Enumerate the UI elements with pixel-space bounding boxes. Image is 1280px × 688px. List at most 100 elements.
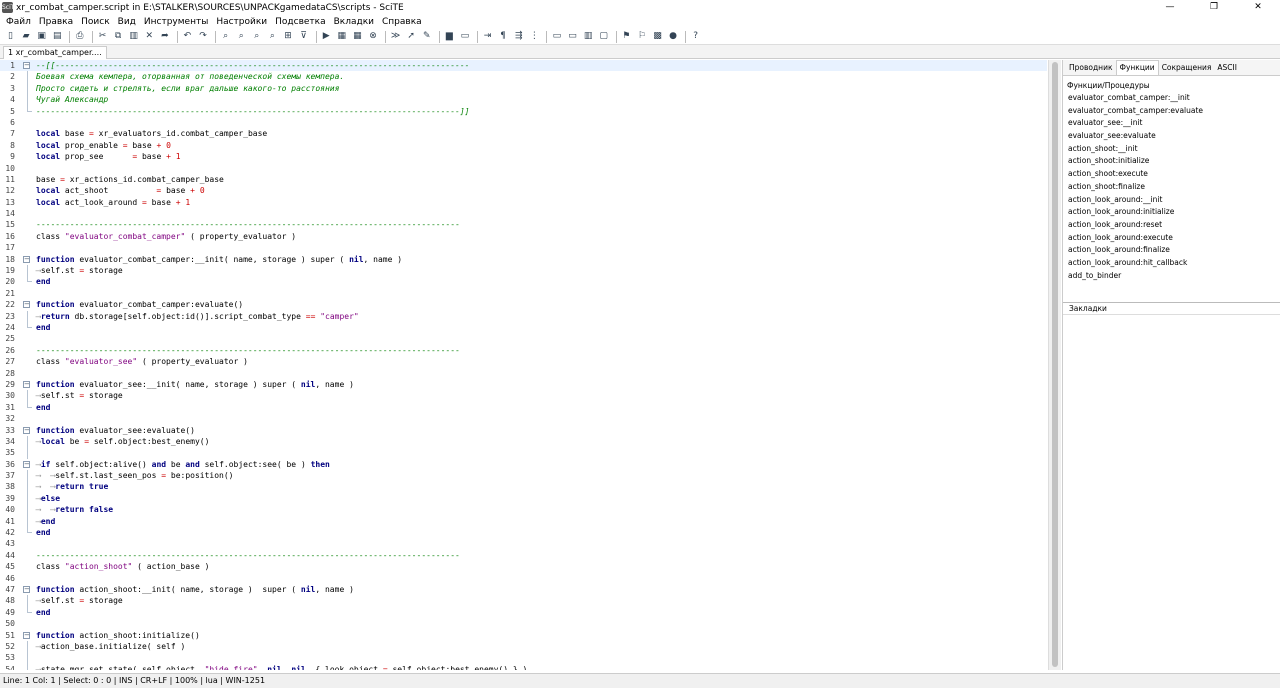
side-tab-1[interactable]: Функции xyxy=(1115,60,1159,75)
code-line[interactable]: 53 xyxy=(0,652,1047,664)
fold-toggle-icon[interactable]: − xyxy=(23,460,30,468)
menu-item-7[interactable]: Вкладки xyxy=(330,15,378,29)
output-icon[interactable]: ▭ xyxy=(458,30,471,43)
new-file-icon[interactable]: ▯ xyxy=(4,30,17,43)
maximize-button[interactable]: ❐ xyxy=(1192,0,1236,15)
next-message-icon[interactable]: ≫ xyxy=(389,30,402,43)
code-line[interactable]: 38 ⟶ ⟶return true xyxy=(0,481,1047,493)
code-line[interactable]: 15 --------------------------------------… xyxy=(0,219,1047,230)
code-line[interactable]: 52 ⟶action_base.initialize( self ) xyxy=(0,640,1047,653)
code-line[interactable]: 11 base = xr_actions_id.combat_camper_bas… xyxy=(0,174,1047,185)
toggle-sidebar-icon[interactable]: ▥ xyxy=(582,30,595,43)
function-list-item[interactable]: evaluator_combat_camper:__init xyxy=(1063,92,1280,105)
copy-icon[interactable]: ⧉ xyxy=(112,30,125,43)
menu-item-0[interactable]: Файл xyxy=(2,15,35,29)
indent-guides-icon[interactable]: ⋮ xyxy=(528,30,541,43)
code-line[interactable]: 39 ⟶else xyxy=(0,492,1047,505)
code-line[interactable]: 32 xyxy=(0,413,1047,424)
code-line[interactable]: 1 − --[[----------------------------------… xyxy=(0,60,1047,72)
code-line[interactable]: 37 ⟶ ⟶self.st.last_seen_pos = be:position… xyxy=(0,470,1047,482)
function-list-item[interactable]: action_shoot:execute xyxy=(1063,168,1280,181)
find-icon[interactable]: ⌕ xyxy=(219,30,232,43)
code-line[interactable]: 6 xyxy=(0,117,1047,128)
replace-icon[interactable]: ⌕ xyxy=(266,30,279,43)
fold-toggle-icon[interactable]: − xyxy=(23,255,30,263)
code-line[interactable]: 21 xyxy=(0,288,1047,299)
find-next-icon[interactable]: ⌕ xyxy=(235,30,248,43)
code-line[interactable]: 12 local act_shoot = base + 0 xyxy=(0,185,1047,196)
open-folder-icon[interactable]: ▰ xyxy=(20,30,33,43)
file-tab[interactable]: 1 xr_combat_camper.... xyxy=(3,46,107,59)
function-list-item[interactable]: action_shoot:initialize xyxy=(1063,155,1280,168)
side-tab-3[interactable]: ASCII xyxy=(1214,61,1240,75)
toggle-output-icon[interactable]: ▭ xyxy=(566,30,579,43)
code-line[interactable]: 13 local act_look_around = base + 1 xyxy=(0,197,1047,208)
build-icon[interactable]: ▦ xyxy=(335,30,348,43)
function-list-item[interactable]: add_to_binder xyxy=(1063,270,1280,283)
go-to-icon[interactable]: ⊞ xyxy=(282,30,295,43)
code-line[interactable]: 28 xyxy=(0,368,1047,379)
code-line[interactable]: 27 class "evaluator_see" ( property_evalu… xyxy=(0,356,1047,367)
menu-item-3[interactable]: Вид xyxy=(114,15,140,29)
clear-output-icon[interactable]: ✎ xyxy=(420,30,433,43)
code-editor[interactable]: 1− --[[----------------------------------… xyxy=(0,60,1047,670)
function-list-item[interactable]: evaluator_see:evaluate xyxy=(1063,130,1280,143)
code-line[interactable]: 47− function action_shoot:__init( name, s… xyxy=(0,584,1047,595)
menu-item-2[interactable]: Поиск xyxy=(77,15,114,29)
fold-toggle-icon[interactable]: − xyxy=(23,62,30,69)
code-line[interactable]: 33− function evaluator_see:evaluate() xyxy=(0,425,1047,436)
code-line[interactable]: 20 end xyxy=(0,276,1047,287)
function-list-item[interactable]: evaluator_combat_camper:evaluate xyxy=(1063,105,1280,118)
code-line[interactable]: 18− function evaluator_combat_camper:__in… xyxy=(0,254,1047,265)
find-in-files-icon[interactable]: ⌕ xyxy=(250,30,263,43)
code-line[interactable]: 29− function evaluator_see:__init( name, … xyxy=(0,379,1047,390)
function-list-item[interactable]: action_look_around:execute xyxy=(1063,232,1280,245)
abbreviation-icon[interactable]: ⚐ xyxy=(635,30,648,43)
app-icon[interactable]: SciTE xyxy=(2,2,18,13)
code-line[interactable]: 3 Просто сидеть и стрелять, если враг дал… xyxy=(0,82,1047,95)
fold-toggle-icon[interactable]: − xyxy=(23,631,30,639)
split-view-icon[interactable]: ▭ xyxy=(550,30,563,43)
cut-icon[interactable]: ✂ xyxy=(96,30,109,43)
code-line[interactable]: 51− function action_shoot:initialize() xyxy=(0,630,1047,641)
code-line[interactable]: 23 ⟶return db.storage[self.object:id()].s… xyxy=(0,310,1047,322)
code-line[interactable]: 48 ⟶self.st = storage xyxy=(0,595,1047,607)
code-line[interactable]: 36− ⟶if self.object:alive() and be and se… xyxy=(0,459,1047,470)
code-line[interactable]: 45 class "action_shoot" ( action_base ) xyxy=(0,561,1047,572)
menu-item-5[interactable]: Настройки xyxy=(212,15,271,29)
fold-toggle-icon[interactable]: − xyxy=(23,426,30,434)
code-line[interactable]: 31 end xyxy=(0,401,1047,413)
function-list-item[interactable]: action_look_around:reset xyxy=(1063,219,1280,232)
print-icon[interactable]: ⎙ xyxy=(73,30,86,43)
macro-icon[interactable]: ▩ xyxy=(651,30,664,43)
fold-toggle-icon[interactable]: − xyxy=(23,585,30,593)
console-icon[interactable]: ▆ xyxy=(443,30,456,43)
code-line[interactable]: 5 ---------------------------------------… xyxy=(0,105,1047,117)
code-line[interactable]: 50 xyxy=(0,618,1047,629)
wrap-icon[interactable]: ⇥ xyxy=(481,30,494,43)
minimize-button[interactable]: — xyxy=(1148,0,1192,15)
function-list-item[interactable]: action_look_around:initialize xyxy=(1063,206,1280,219)
filter-icon[interactable]: ⊽ xyxy=(297,30,310,43)
code-line[interactable]: 16 class "evaluator_combat_camper" ( prop… xyxy=(0,231,1047,242)
record-icon[interactable]: ● xyxy=(667,30,680,43)
menu-item-6[interactable]: Подсветка xyxy=(271,15,329,29)
vertical-scrollbar[interactable] xyxy=(1048,60,1061,670)
code-line[interactable]: 22− function evaluator_combat_camper:eval… xyxy=(0,299,1047,310)
code-line[interactable]: 43 xyxy=(0,538,1047,549)
stop-icon[interactable]: ⊗ xyxy=(366,30,379,43)
code-line[interactable]: 34 ⟶local be = self.object:best_enemy() xyxy=(0,435,1047,448)
bookmark-icon[interactable]: ⚑ xyxy=(620,30,633,43)
code-line[interactable]: 17 xyxy=(0,242,1047,253)
delete-icon[interactable]: ✕ xyxy=(143,30,156,43)
code-line[interactable]: 2 Боевая схема кемпера, оторванная от пов… xyxy=(0,71,1047,83)
code-line[interactable]: 46 xyxy=(0,573,1047,584)
redo-icon[interactable]: ↷ xyxy=(197,30,210,43)
run-icon[interactable]: ▶ xyxy=(320,30,333,43)
side-tab-2[interactable]: Сокращения xyxy=(1159,61,1215,75)
paragraph-icon[interactable]: ¶ xyxy=(497,30,510,43)
code-line[interactable]: 30 ⟶self.st = storage xyxy=(0,390,1047,402)
whitespace-icon[interactable]: ⇶ xyxy=(512,30,525,43)
function-list-item[interactable]: action_look_around:finalize xyxy=(1063,244,1280,257)
fold-toggle-icon[interactable]: − xyxy=(23,380,30,388)
